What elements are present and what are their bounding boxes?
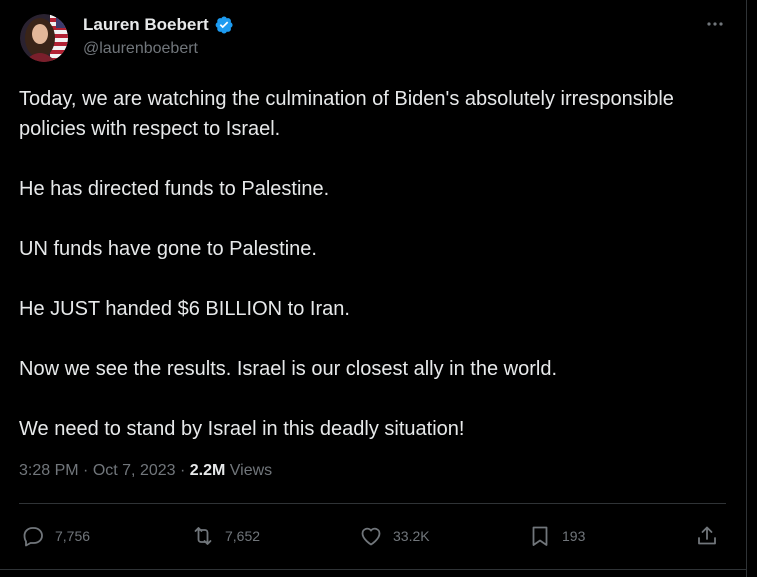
tweet-paragraph: Now we see the results. Israel is our cl…	[19, 358, 557, 380]
heart-icon	[361, 527, 381, 546]
scrollbar[interactable]	[747, 0, 757, 577]
tweet-meta: 3:28 PM · Oct 7, 2023 · 2.2M Views	[19, 462, 272, 480]
repost-arrows-icon	[194, 527, 212, 545]
views-label: Views	[225, 462, 273, 479]
share-button[interactable]	[695, 519, 719, 553]
speech-bubble-icon	[23, 527, 43, 547]
avatar[interactable]	[20, 14, 68, 62]
meta-separator: ·	[175, 462, 190, 479]
divider	[0, 569, 746, 570]
meta-separator: ·	[78, 462, 93, 479]
divider	[19, 503, 726, 504]
handle[interactable]: @laurenboebert	[83, 40, 198, 58]
tweet-paragraph: UN funds have gone to Palestine.	[19, 238, 317, 260]
views-count[interactable]: 2.2M	[190, 462, 226, 480]
repost-button[interactable]: 7,652	[191, 519, 260, 553]
tweet-date[interactable]: Oct 7, 2023	[93, 462, 176, 480]
tweet-paragraph: He has directed funds to Palestine.	[19, 178, 330, 200]
repost-count: 7,652	[225, 528, 261, 544]
tweet-paragraph: Today, we are watching the culmination o…	[19, 88, 674, 140]
bookmark-icon	[532, 526, 548, 546]
tweet-paragraph: He JUST handed $6 BILLION to Iran.	[19, 298, 350, 320]
reply-count: 7,756	[55, 528, 91, 544]
bookmark-count: 193	[562, 528, 586, 544]
display-name[interactable]: Lauren Boebert	[83, 15, 209, 35]
tweet-card: Lauren Boebert @laurenboebert Today, we …	[0, 0, 747, 577]
tweet-text: Today, we are watching the culmination o…	[19, 84, 719, 474]
tweet-time[interactable]: 3:28 PM	[19, 462, 79, 480]
verified-badge-icon[interactable]	[214, 15, 234, 35]
more-horizontal-icon[interactable]	[700, 13, 730, 35]
like-button[interactable]: 33.2K	[359, 519, 430, 553]
bookmark-button[interactable]: 193	[528, 519, 585, 553]
avatar-image	[20, 14, 68, 62]
tweet-paragraph: We need to stand by Israel in this deadl…	[19, 418, 465, 440]
like-count: 33.2K	[393, 528, 430, 544]
share-upload-icon	[698, 526, 716, 545]
action-bar: 7,756 7,652 33.2K 193	[19, 519, 726, 553]
name-row: Lauren Boebert	[83, 14, 234, 36]
reply-button[interactable]: 7,756	[21, 519, 90, 553]
